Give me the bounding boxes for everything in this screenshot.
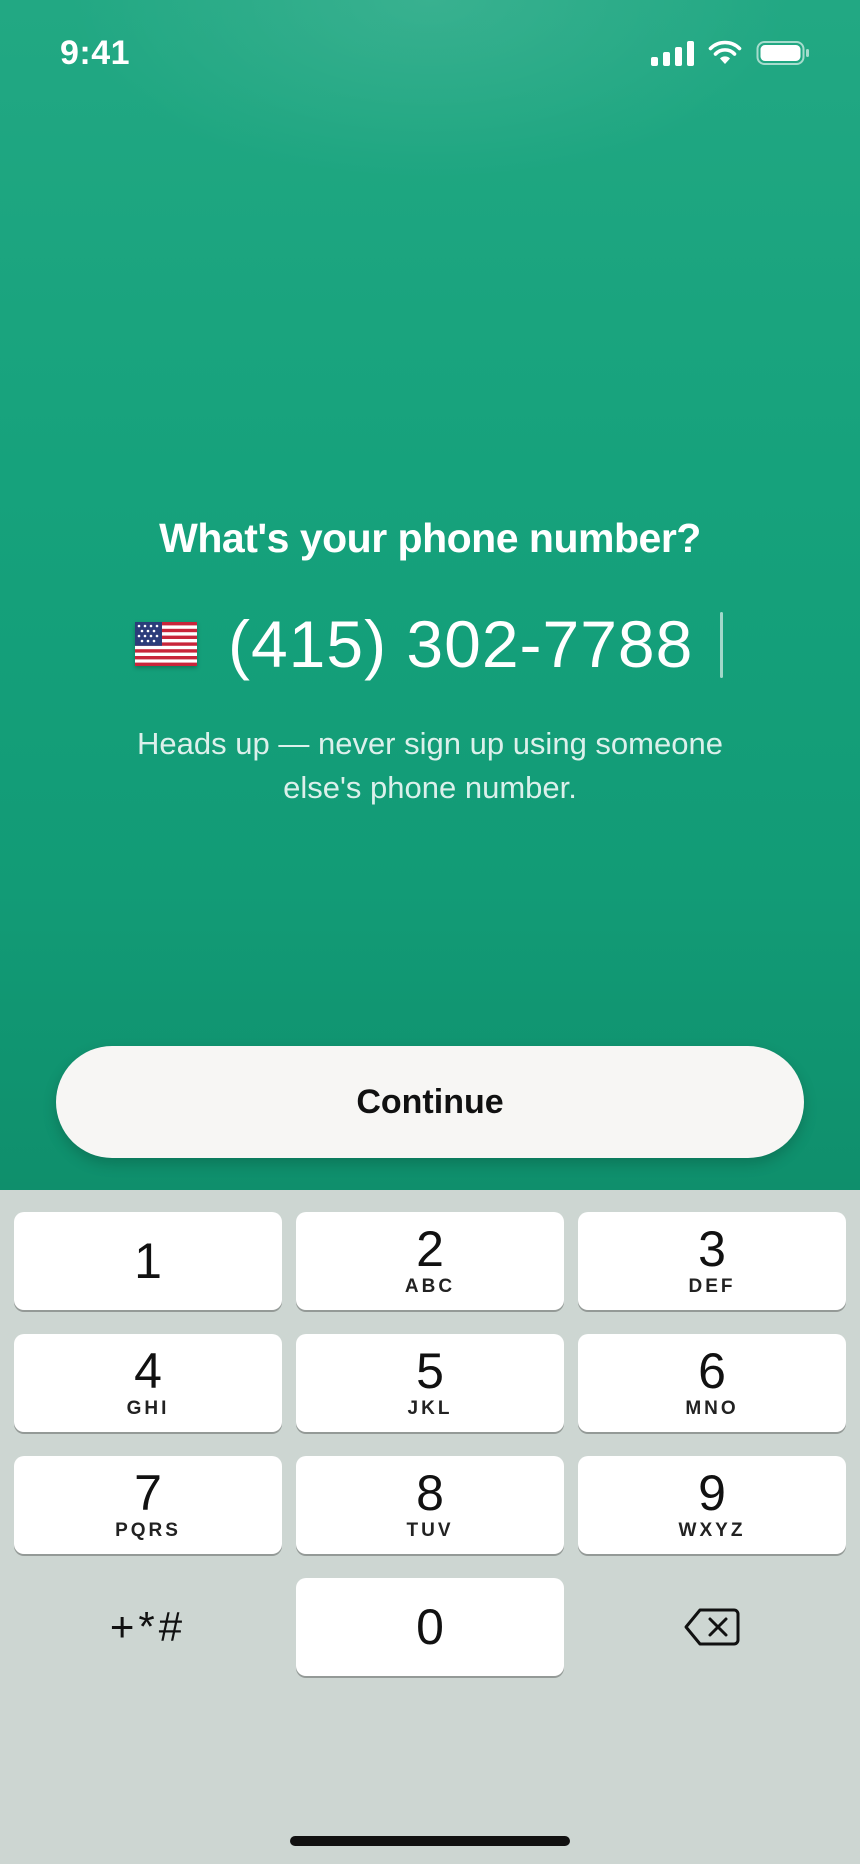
key-digit: 7 xyxy=(134,1465,162,1521)
key-letters: MNO xyxy=(685,1398,739,1419)
key-letters: GHI xyxy=(126,1398,170,1419)
symbols-key[interactable]: +*# xyxy=(14,1578,282,1676)
key-digit: 5 xyxy=(416,1343,444,1399)
key-digit: 1 xyxy=(134,1233,162,1289)
cellular-signal-icon xyxy=(651,40,694,66)
key-6[interactable]: 6 MNO xyxy=(578,1334,846,1432)
page-title: What's your phone number? xyxy=(159,515,701,561)
key-digit: 8 xyxy=(416,1465,444,1521)
continue-button[interactable]: Continue xyxy=(56,1046,804,1158)
key-digit: 6 xyxy=(698,1343,726,1399)
key-letters: DEF xyxy=(688,1276,736,1297)
key-letters: PQRS xyxy=(115,1520,181,1541)
battery-icon xyxy=(756,41,809,65)
status-time: 9:41 xyxy=(60,34,131,72)
key-digit: 4 xyxy=(134,1343,162,1399)
status-bar: 9:41 xyxy=(0,0,860,110)
key-0[interactable]: 0 xyxy=(296,1578,564,1676)
key-1[interactable]: 1 xyxy=(14,1212,282,1310)
key-digit: 2 xyxy=(416,1221,444,1277)
symbols-label: +*# xyxy=(109,1603,187,1650)
phone-number-value[interactable]: (415) 302-7788 xyxy=(228,606,693,682)
key-9[interactable]: 9 WXYZ xyxy=(578,1456,846,1554)
key-8[interactable]: 8 TUV xyxy=(296,1456,564,1554)
backspace-icon xyxy=(684,1608,740,1646)
warning-text: Heads up — never sign up using someone e… xyxy=(137,726,723,805)
key-letters: WXYZ xyxy=(678,1520,746,1541)
home-indicator[interactable] xyxy=(290,1836,570,1846)
key-letters: ABC xyxy=(404,1276,456,1297)
phone-entry-screen: 9:41 What's your phone number? (415) 302… xyxy=(0,0,860,1190)
phone-number-field[interactable]: (415) 302-7788 xyxy=(0,600,860,690)
us-flag-icon[interactable] xyxy=(135,622,197,666)
wifi-icon xyxy=(708,40,742,64)
key-digit: 3 xyxy=(698,1221,726,1277)
text-cursor xyxy=(720,612,723,678)
key-7[interactable]: 7 PQRS xyxy=(14,1456,282,1554)
key-digit: 0 xyxy=(416,1599,444,1655)
delete-key[interactable] xyxy=(578,1578,846,1676)
key-letters: JKL xyxy=(407,1398,453,1419)
status-icons xyxy=(651,40,810,66)
key-2[interactable]: 2 ABC xyxy=(296,1212,564,1310)
key-3[interactable]: 3 DEF xyxy=(578,1212,846,1310)
key-letters: TUV xyxy=(406,1520,454,1541)
numeric-keypad: 1 2 ABC 3 DEF 4 GHI 5 JKL 6 MNO 7 PQRS 8… xyxy=(0,1190,860,1864)
key-4[interactable]: 4 GHI xyxy=(14,1334,282,1432)
key-digit: 9 xyxy=(698,1465,726,1521)
key-5[interactable]: 5 JKL xyxy=(296,1334,564,1432)
